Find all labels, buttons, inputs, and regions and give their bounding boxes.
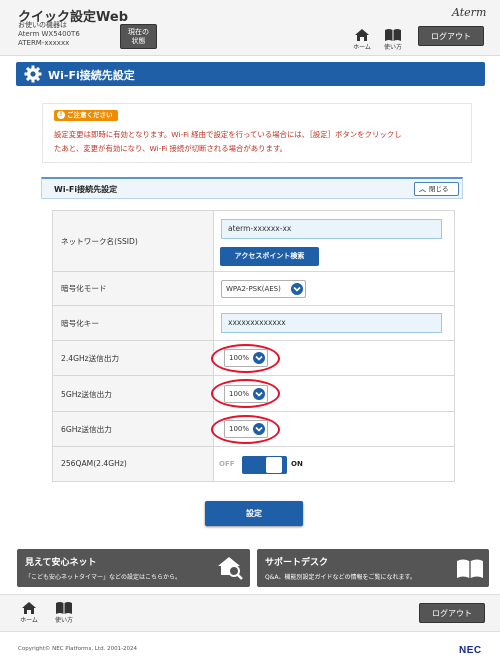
footer-home-link[interactable]: ホーム	[18, 601, 40, 624]
toggle-knob	[266, 457, 282, 473]
power-24ghz-row: 2.4GHz送信出力 100%	[52, 340, 455, 375]
chevron-down-icon	[253, 352, 265, 364]
support-desk-title: サポートデスク	[265, 558, 329, 568]
footer-nav: ホーム 使い方 ログアウト	[0, 594, 500, 632]
header-home-link[interactable]: ホーム	[352, 28, 372, 51]
encryption-value: WPA2-PSK(AES)	[226, 285, 281, 293]
caution-line2: たあと、変更が有効になり、Wi-Fi 接続が切断される場合があります。	[54, 144, 287, 153]
collapse-button[interactable]: ︿ 閉じる	[414, 182, 459, 196]
device-model: Aterm WX5400T6	[18, 30, 80, 38]
nec-logo: NEC	[459, 645, 482, 656]
key-label: 暗号化キー	[61, 319, 99, 328]
page-title: Wi-Fi接続先設定	[48, 69, 135, 82]
access-point-search-button[interactable]: アクセスポイント検索	[220, 247, 319, 266]
header-home-label: ホーム	[353, 44, 371, 51]
ssid-label: ネットワーク名(SSID)	[61, 237, 138, 246]
safety-net-banner[interactable]: 見えて安心ネット 「こども安心ネットタイマー」などの設定はこちらから。	[17, 549, 250, 587]
power-24ghz-value: 100%	[229, 354, 250, 362]
book-icon	[385, 29, 401, 41]
caution-badge: ! ご注意ください	[54, 110, 118, 121]
page-title-bar: Wi-Fi接続先設定	[16, 62, 485, 86]
support-desk-subtitle: Q&A、機能別設定ガイドなどの情報をご覧になれます。	[265, 574, 416, 581]
collapse-label: 閉じる	[429, 185, 449, 193]
caution-badge-label: ご注意ください	[67, 111, 113, 119]
power-6ghz-select[interactable]: 100%	[224, 420, 268, 438]
top-header: クイック設定Web お使いの機器は Aterm WX5400T6 ATERM-x…	[0, 0, 500, 56]
caution-box: ! ご注意ください 設定変更は即時に有効となります。Wi-Fi 経由で設定を行って…	[42, 103, 472, 163]
chevron-down-icon	[253, 423, 265, 435]
section-title: Wi-Fi接続先設定	[54, 185, 118, 194]
power-5ghz-row: 5GHz送信出力 100%	[52, 375, 455, 411]
encryption-select[interactable]: WPA2-PSK(AES)	[221, 280, 306, 298]
qam-label: 256QAM(2.4GHz)	[61, 459, 127, 468]
caution-line1: 設定変更は即時に有効となります。Wi-Fi 経由で設定を行っている場合には、［設…	[54, 130, 402, 139]
chevron-down-icon	[253, 388, 265, 400]
house-search-icon	[218, 557, 243, 580]
encryption-row: 暗号化モード WPA2-PSK(AES)	[52, 271, 455, 305]
power-5ghz-select[interactable]: 100%	[224, 385, 268, 403]
submit-button[interactable]: 設定	[205, 501, 303, 526]
gear-icon	[24, 65, 42, 83]
section-header: Wi-Fi接続先設定 ︿ 閉じる	[41, 177, 463, 199]
exclamation-icon: !	[57, 111, 65, 119]
power-6ghz-label: 6GHz送信出力	[61, 425, 112, 434]
ssid-input[interactable]: aterm-xxxxxx-xx	[221, 219, 442, 239]
footer-help-label: 使い方	[54, 617, 73, 624]
copyright: Copyright© NEC Platforms, Ltd. 2001-2024	[18, 646, 138, 652]
power-24ghz-label: 2.4GHz送信出力	[61, 354, 120, 363]
footer-home-label: ホーム	[20, 617, 38, 624]
safety-net-title: 見えて安心ネット	[25, 558, 97, 568]
support-desk-banner[interactable]: サポートデスク Q&A、機能別設定ガイドなどの情報をご覧になれます。	[257, 549, 489, 587]
power-24ghz-select[interactable]: 100%	[224, 349, 268, 367]
encryption-label: 暗号化モード	[61, 284, 107, 293]
qam-row: 256QAM(2.4GHz) OFF ON	[52, 446, 455, 481]
home-icon	[22, 602, 36, 614]
device-id: ATERM-xxxxxx	[18, 39, 70, 47]
footer-help-link[interactable]: 使い方	[52, 601, 76, 624]
chevron-up-icon: ︿	[419, 185, 426, 193]
current-status-button[interactable]: 現在の 状態	[120, 24, 157, 49]
key-input[interactable]: xxxxxxxxxxxxx	[221, 313, 442, 333]
header-help-label: 使い方	[383, 44, 402, 51]
chevron-down-icon	[291, 283, 303, 295]
power-6ghz-row: 6GHz送信出力 100%	[52, 411, 455, 446]
aterm-logo: Aterm	[452, 6, 487, 19]
safety-net-subtitle: 「こども安心ネットタイマー」などの設定はこちらから。	[25, 574, 182, 581]
toggle-track	[242, 456, 287, 474]
qam-on-label: ON	[291, 460, 303, 468]
caution-message: 設定変更は即時に有効となります。Wi-Fi 経由で設定を行っている場合には、［設…	[54, 128, 469, 156]
power-6ghz-value: 100%	[229, 425, 250, 433]
header-logout-button[interactable]: ログアウト	[418, 26, 484, 46]
power-5ghz-value: 100%	[229, 390, 250, 398]
ssid-row: ネットワーク名(SSID) aterm-xxxxxx-xx アクセスポイント検索	[52, 210, 455, 271]
qam-off-label: OFF	[219, 460, 235, 468]
home-icon	[355, 29, 369, 41]
power-5ghz-label: 5GHz送信出力	[61, 390, 112, 399]
footer-logout-button[interactable]: ログアウト	[419, 603, 485, 623]
book-icon	[56, 602, 72, 614]
status-button-line2: 状態	[131, 37, 146, 45]
device-label: お使いの機器は	[18, 21, 67, 29]
book-icon	[457, 559, 483, 578]
key-row: 暗号化キー xxxxxxxxxxxxx	[52, 305, 455, 340]
status-button-line1: 現在の	[128, 28, 149, 36]
table-bottom-border	[52, 481, 455, 482]
header-help-link[interactable]: 使い方	[381, 28, 405, 51]
